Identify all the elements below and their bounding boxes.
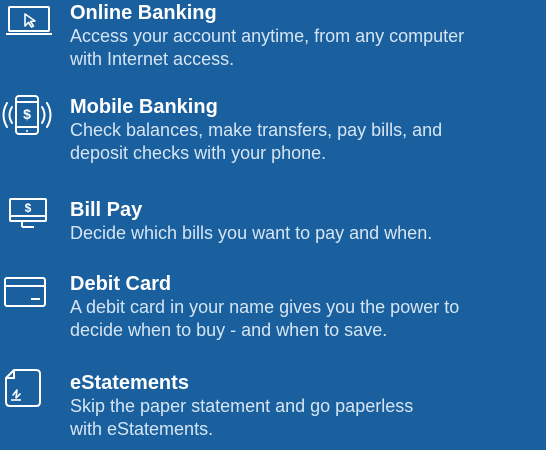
description-line: decide when to buy - and when to save. bbox=[70, 320, 388, 340]
credit-card-icon bbox=[3, 276, 47, 308]
description-line: Skip the paper statement and go paperles… bbox=[70, 396, 414, 416]
monitor-dollar-icon: $ bbox=[8, 197, 50, 235]
description-line: Decide which bills you want to pay and w… bbox=[70, 223, 433, 243]
feature-description: Access your account anytime, from any co… bbox=[70, 25, 546, 71]
document-signature-icon bbox=[4, 368, 44, 408]
feature-title: Debit Card bbox=[70, 273, 172, 295]
feature-title: eStatements bbox=[70, 372, 189, 394]
feature-description: Decide which bills you want to pay and w… bbox=[70, 222, 546, 245]
feature-description: Check balances, make transfers, pay bill… bbox=[70, 119, 546, 165]
description-line: Check balances, make transfers, pay bill… bbox=[70, 120, 443, 140]
description-line: deposit checks with your phone. bbox=[70, 143, 327, 163]
description-line: Access your account anytime, from any co… bbox=[70, 26, 465, 46]
feature-description: A debit card in your name gives you the … bbox=[70, 296, 546, 342]
description-line: with Internet access. bbox=[70, 49, 235, 69]
mobile-dollar-icon: $ bbox=[0, 92, 54, 138]
description-line: A debit card in your name gives you the … bbox=[70, 297, 460, 317]
svg-text:$: $ bbox=[23, 106, 31, 122]
feature-title: Mobile Banking bbox=[70, 96, 218, 118]
feature-description: Skip the paper statement and go paperles… bbox=[70, 395, 546, 441]
laptop-cursor-icon bbox=[5, 5, 53, 39]
description-line: with eStatements. bbox=[70, 419, 214, 439]
feature-title: Online Banking bbox=[70, 2, 217, 24]
svg-text:$: $ bbox=[25, 201, 32, 215]
feature-title: Bill Pay bbox=[70, 199, 143, 221]
